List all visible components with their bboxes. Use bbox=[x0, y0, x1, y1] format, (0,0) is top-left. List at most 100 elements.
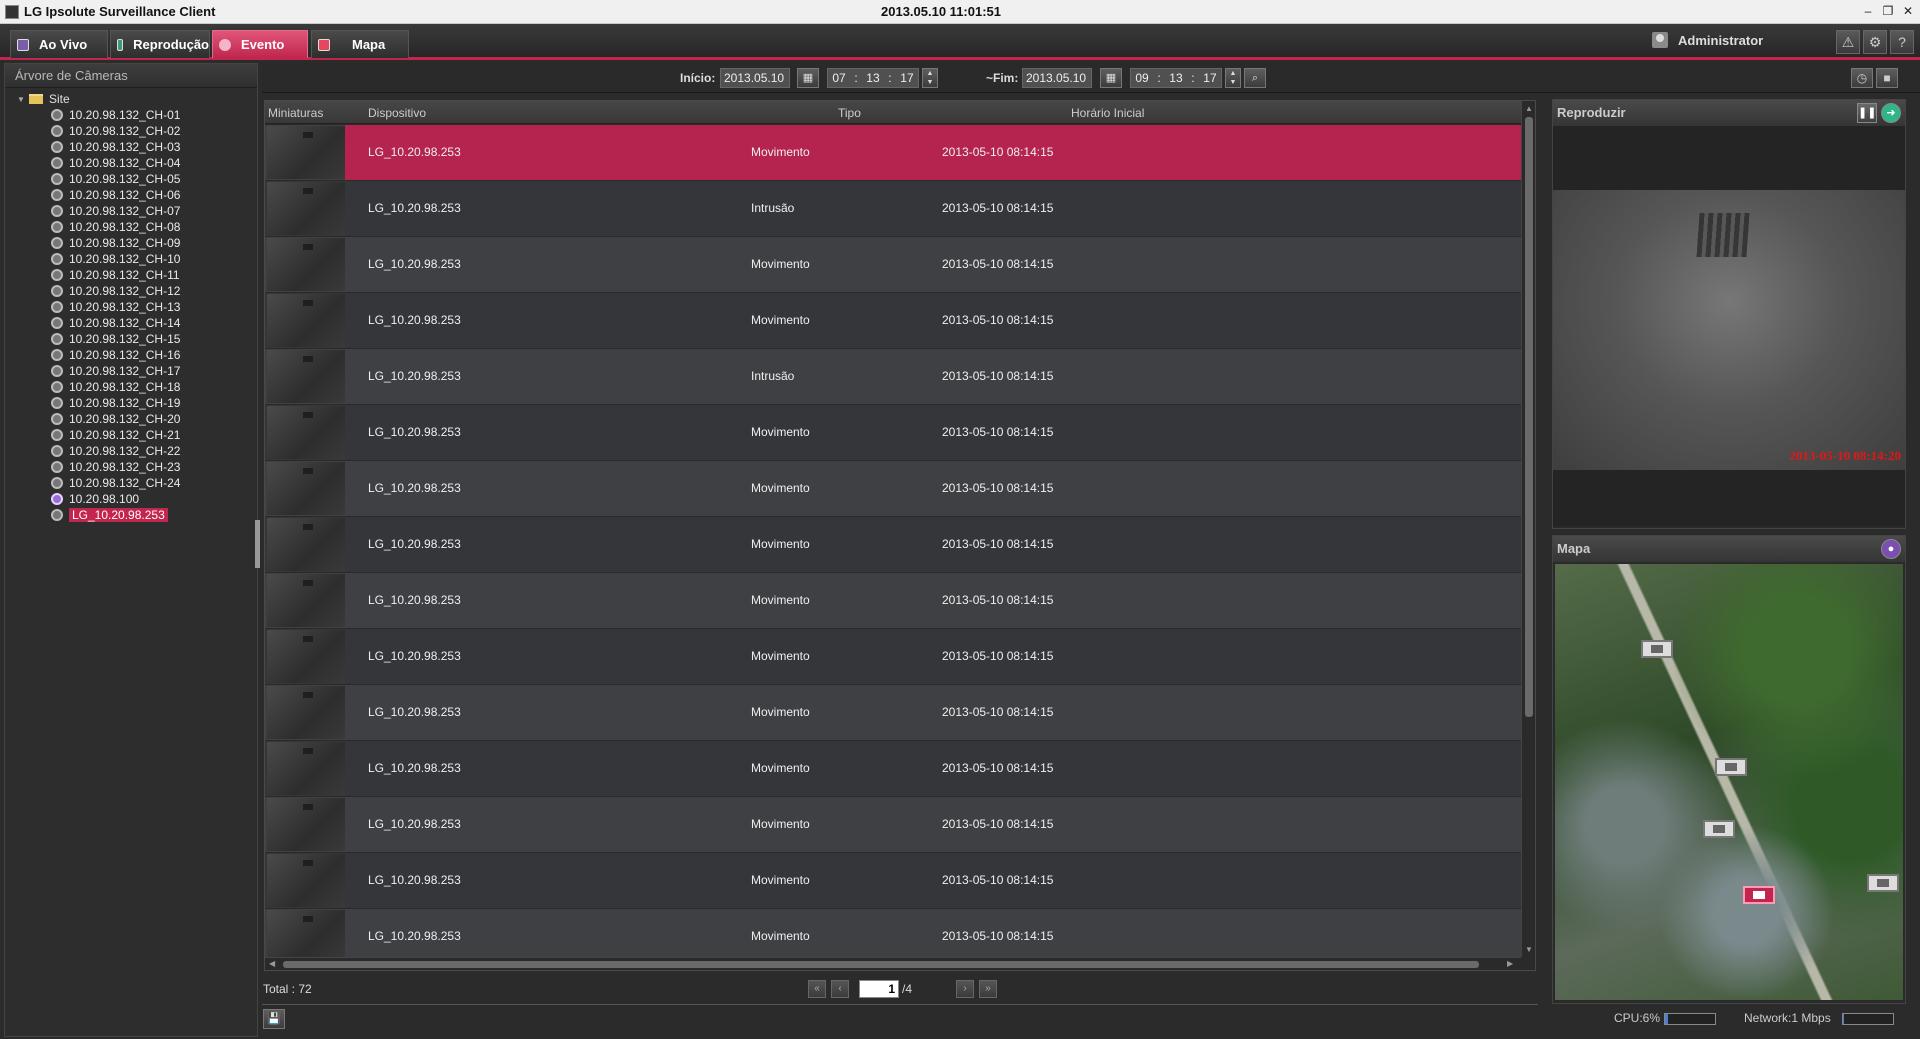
table-row[interactable]: LG_10.20.98.253 Movimento 2013-05-10 08:14… bbox=[265, 517, 1521, 573]
tree-item-camera[interactable]: 10.20.98.132_CH-06 bbox=[5, 187, 257, 203]
tree-item-camera[interactable]: 10.20.98.132_CH-01 bbox=[5, 107, 257, 123]
tab-event[interactable]: Evento bbox=[212, 30, 308, 58]
tree-item-camera[interactable]: 10.20.98.132_CH-14 bbox=[5, 315, 257, 331]
close-icon[interactable]: ✕ bbox=[1900, 2, 1916, 20]
end-hour[interactable]: 09 bbox=[1135, 71, 1148, 85]
event-thumbnail[interactable] bbox=[267, 294, 345, 347]
table-row[interactable]: LG_10.20.98.253 Movimento 2013-05-10 08:14… bbox=[265, 629, 1521, 685]
scroll-thumb[interactable] bbox=[283, 961, 1479, 968]
pause-icon[interactable]: ❚❚ bbox=[1857, 103, 1877, 123]
event-thumbnail[interactable] bbox=[267, 350, 345, 403]
first-page-icon[interactable]: « bbox=[808, 980, 826, 998]
alert-icon[interactable]: ⚠ bbox=[1836, 30, 1860, 54]
tree-item-camera[interactable]: 10.20.98.100 bbox=[5, 491, 257, 507]
camera-marker[interactable] bbox=[1715, 758, 1747, 776]
prev-page-icon[interactable]: ‹ bbox=[831, 980, 849, 998]
tree-item-camera[interactable]: 10.20.98.132_CH-17 bbox=[5, 363, 257, 379]
tree-item-camera[interactable]: 10.20.98.132_CH-13 bbox=[5, 299, 257, 315]
end-time-spinner[interactable]: ▲ ▼ bbox=[1225, 68, 1241, 88]
table-row[interactable]: LG_10.20.98.253 Movimento 2013-05-10 08:14… bbox=[265, 741, 1521, 797]
table-row[interactable]: LG_10.20.98.253 Movimento 2013-05-10 08:14… bbox=[265, 405, 1521, 461]
tree-item-camera[interactable]: 10.20.98.132_CH-11 bbox=[5, 267, 257, 283]
tree-item-camera[interactable]: 10.20.98.132_CH-15 bbox=[5, 331, 257, 347]
start-time-field[interactable]: 07: 13: 17 bbox=[827, 68, 919, 88]
column-thumbnails[interactable]: Miniaturas bbox=[268, 106, 323, 120]
camera-marker[interactable] bbox=[1703, 820, 1735, 838]
tree-item-camera[interactable]: 10.20.98.132_CH-10 bbox=[5, 251, 257, 267]
tree-node-site[interactable]: ▼ Site bbox=[5, 91, 257, 107]
minimize-icon[interactable]: – bbox=[1860, 2, 1876, 20]
event-thumbnail[interactable] bbox=[267, 910, 345, 963]
tree-item-camera[interactable]: 10.20.98.132_CH-20 bbox=[5, 411, 257, 427]
calendar-icon[interactable]: ▦ bbox=[797, 68, 819, 88]
start-hour[interactable]: 07 bbox=[832, 71, 845, 85]
search-icon[interactable]: ⌕ bbox=[1244, 68, 1266, 88]
history-icon[interactable]: ◷ bbox=[1851, 68, 1873, 88]
tree-item-camera[interactable]: 10.20.98.132_CH-08 bbox=[5, 219, 257, 235]
event-thumbnail[interactable] bbox=[267, 854, 345, 907]
export-icon[interactable]: ➜ bbox=[1881, 103, 1901, 123]
event-thumbnail[interactable] bbox=[267, 126, 345, 179]
splitter-handle[interactable] bbox=[255, 520, 260, 568]
scroll-down-icon[interactable]: ▼ bbox=[1525, 945, 1533, 954]
table-row[interactable]: LG_10.20.98.253 Movimento 2013-05-10 08:14… bbox=[265, 853, 1521, 909]
event-thumbnail[interactable] bbox=[267, 406, 345, 459]
camera-icon[interactable]: ● bbox=[1881, 539, 1901, 559]
tree-item-camera[interactable]: 10.20.98.132_CH-12 bbox=[5, 283, 257, 299]
tree-item-camera[interactable]: 10.20.98.132_CH-03 bbox=[5, 139, 257, 155]
tree-item-camera[interactable]: 10.20.98.132_CH-07 bbox=[5, 203, 257, 219]
event-thumbnail[interactable] bbox=[267, 630, 345, 683]
help-icon[interactable]: ? bbox=[1890, 30, 1914, 54]
end-second[interactable]: 17 bbox=[1203, 71, 1216, 85]
table-row[interactable]: LG_10.20.98.253 Movimento 2013-05-10 08:14… bbox=[265, 573, 1521, 629]
end-minute[interactable]: 13 bbox=[1169, 71, 1182, 85]
tree-item-camera[interactable]: 10.20.98.132_CH-16 bbox=[5, 347, 257, 363]
tree-item-camera[interactable]: 10.20.98.132_CH-09 bbox=[5, 235, 257, 251]
tree-item-camera[interactable]: LG_10.20.98.253 bbox=[5, 507, 257, 523]
next-page-icon[interactable]: › bbox=[956, 980, 974, 998]
restore-icon[interactable]: ❐ bbox=[1880, 2, 1896, 20]
event-thumbnail[interactable] bbox=[267, 182, 345, 235]
tree-item-camera[interactable]: 10.20.98.132_CH-24 bbox=[5, 475, 257, 491]
horizontal-scrollbar[interactable]: ◀ ▶ bbox=[265, 957, 1521, 970]
scroll-left-icon[interactable]: ◀ bbox=[269, 959, 275, 968]
start-time-spinner[interactable]: ▲ ▼ bbox=[922, 68, 938, 88]
tree-item-camera[interactable]: 10.20.98.132_CH-02 bbox=[5, 123, 257, 139]
stop-icon[interactable]: ■ bbox=[1876, 68, 1898, 88]
column-type[interactable]: Tipo bbox=[838, 106, 861, 120]
scroll-right-icon[interactable]: ▶ bbox=[1507, 959, 1513, 968]
last-page-icon[interactable]: » bbox=[979, 980, 997, 998]
start-date-field[interactable]: 2013.05.10 bbox=[720, 68, 790, 88]
table-row[interactable]: LG_10.20.98.253 Intrusão 2013-05-10 08:14:… bbox=[265, 181, 1521, 237]
table-row[interactable]: LG_10.20.98.253 Movimento 2013-05-10 08:14… bbox=[265, 685, 1521, 741]
event-thumbnail[interactable] bbox=[267, 462, 345, 515]
event-thumbnail[interactable] bbox=[267, 518, 345, 571]
table-row[interactable]: LG_10.20.98.253 Movimento 2013-05-10 08:14… bbox=[265, 125, 1521, 181]
tree-item-camera[interactable]: 10.20.98.132_CH-22 bbox=[5, 443, 257, 459]
vertical-scrollbar[interactable]: ▲ ▼ bbox=[1521, 101, 1535, 957]
tree-item-camera[interactable]: 10.20.98.132_CH-21 bbox=[5, 427, 257, 443]
end-date-field[interactable]: 2013.05.10 bbox=[1022, 68, 1092, 88]
event-thumbnail[interactable] bbox=[267, 686, 345, 739]
scroll-thumb[interactable] bbox=[1525, 117, 1533, 717]
table-row[interactable]: LG_10.20.98.253 Movimento 2013-05-10 08:14… bbox=[265, 461, 1521, 517]
tree-item-camera[interactable]: 10.20.98.132_CH-04 bbox=[5, 155, 257, 171]
gear-icon[interactable]: ⚙ bbox=[1863, 30, 1887, 54]
tab-map[interactable]: Mapa bbox=[311, 30, 409, 58]
event-thumbnail[interactable] bbox=[267, 798, 345, 851]
camera-marker-selected[interactable] bbox=[1743, 886, 1775, 904]
event-thumbnail[interactable] bbox=[267, 574, 345, 627]
column-start-time[interactable]: Horário Inicial bbox=[1071, 106, 1144, 120]
table-row[interactable]: LG_10.20.98.253 Movimento 2013-05-10 08:14… bbox=[265, 797, 1521, 853]
save-icon[interactable]: 💾 bbox=[263, 1009, 285, 1029]
scroll-up-icon[interactable]: ▲ bbox=[1525, 104, 1533, 113]
tree-item-camera[interactable]: 10.20.98.132_CH-23 bbox=[5, 459, 257, 475]
tree-item-camera[interactable]: 10.20.98.132_CH-18 bbox=[5, 379, 257, 395]
start-second[interactable]: 17 bbox=[900, 71, 913, 85]
tab-live[interactable]: Ao Vivo bbox=[10, 30, 108, 58]
end-time-field[interactable]: 09: 13: 17 bbox=[1130, 68, 1222, 88]
video-view[interactable]: 2013-05-10 08:14:20 bbox=[1553, 126, 1905, 526]
page-input[interactable]: 1 bbox=[859, 980, 899, 998]
user-menu[interactable]: Administrator bbox=[1652, 32, 1763, 48]
table-row[interactable]: LG_10.20.98.253 Movimento 2013-05-10 08:14… bbox=[265, 293, 1521, 349]
